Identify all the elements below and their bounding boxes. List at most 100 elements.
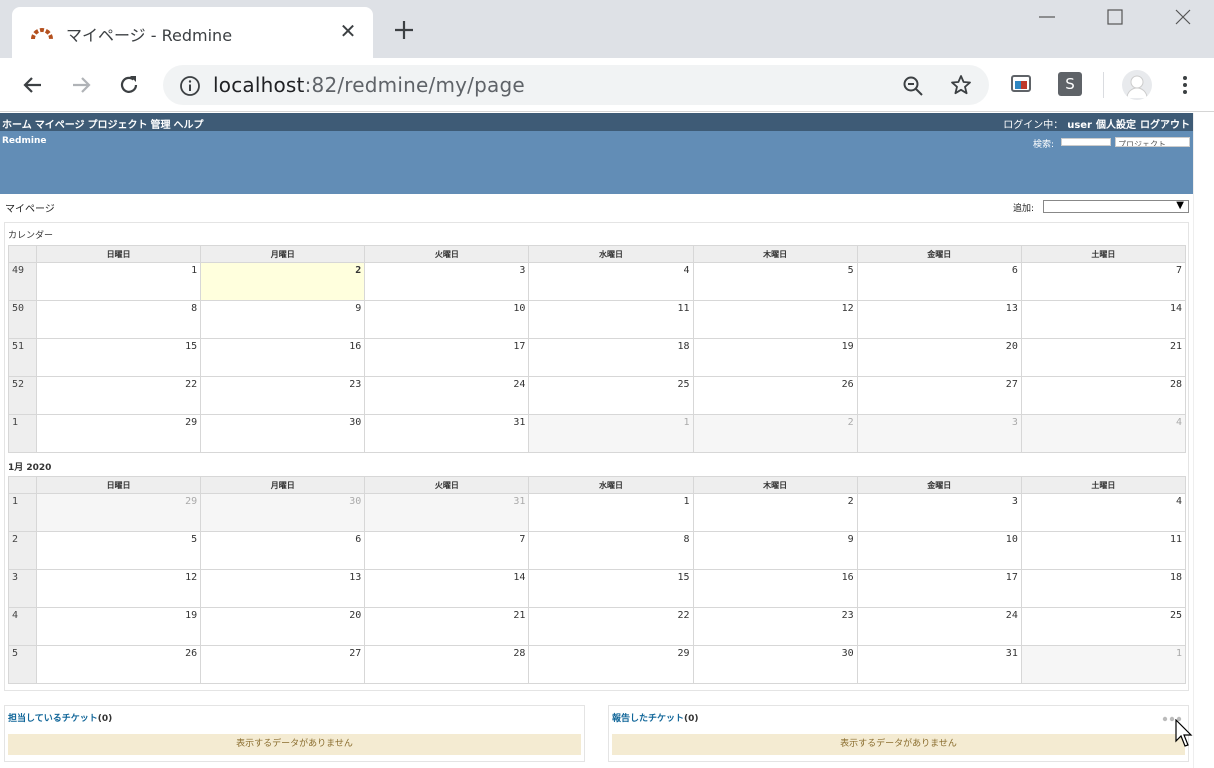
dec-day-cell[interactable]: 6 [856, 262, 1022, 301]
jan-day-cell[interactable]: 26 [35, 645, 202, 684]
jan-day-cell[interactable]: 28 [364, 645, 530, 684]
dec-day-cell[interactable]: 24 [364, 376, 530, 415]
dec-day-cell[interactable]: 18 [528, 338, 694, 377]
reported-issues-title[interactable]: 報告したチケット(0) [612, 711, 699, 724]
dec-day-cell[interactable]: 14 [1020, 300, 1187, 339]
dec-day-cell[interactable]: 28 [1020, 376, 1187, 415]
bookmark-star-icon[interactable] [949, 73, 973, 97]
new-tab-icon[interactable] [392, 18, 416, 42]
dec-day-cell[interactable]: 22 [35, 376, 202, 415]
add-block-select[interactable]: ▼ [1043, 200, 1189, 213]
jan-day-cell[interactable]: 2 [692, 493, 858, 532]
dec-day-cell[interactable]: 2 [692, 414, 858, 453]
jan-day-cell[interactable]: 15 [528, 569, 694, 608]
dec-day-cell[interactable]: 1 [528, 414, 694, 453]
jan-day-cell[interactable]: 23 [692, 607, 858, 646]
dec-day-cell[interactable]: 21 [1020, 338, 1187, 377]
browser-tab[interactable]: マイページ - Redmine ✕ [12, 7, 373, 58]
jan-day-cell[interactable]: 29 [528, 645, 694, 684]
jan-day-cell[interactable]: 1 [528, 493, 694, 532]
forward-arrow-icon[interactable] [68, 72, 94, 98]
search-input[interactable] [1061, 138, 1111, 146]
top-menu-admin[interactable]: 管理 [151, 120, 171, 131]
top-menu-help[interactable]: ヘルプ [174, 120, 204, 131]
jan-day-cell[interactable]: 31 [364, 493, 530, 532]
jan-day-cell[interactable]: 24 [856, 607, 1022, 646]
jan-day-cell[interactable]: 14 [364, 569, 530, 608]
dec-day-cell[interactable]: 20 [856, 338, 1022, 377]
dec-day-cell[interactable]: 2 [200, 262, 366, 301]
dec-day-cell[interactable]: 10 [364, 300, 530, 339]
jan-day-cell[interactable]: 22 [528, 607, 694, 646]
dec-day-cell[interactable]: 8 [35, 300, 202, 339]
dec-day-cell[interactable]: 26 [692, 376, 858, 415]
jan-day-cell[interactable]: 25 [1020, 607, 1187, 646]
jan-day-cell[interactable]: 30 [200, 493, 366, 532]
dec-day-cell[interactable]: 7 [1020, 262, 1187, 301]
dec-day-cell[interactable]: 19 [692, 338, 858, 377]
minimize-icon[interactable] [1036, 6, 1058, 28]
jan-day-cell[interactable]: 13 [200, 569, 366, 608]
jan-day-cell[interactable]: 18 [1020, 569, 1187, 608]
jan-day-cell[interactable]: 21 [364, 607, 530, 646]
dec-day-cell[interactable]: 29 [35, 414, 202, 453]
dec-day-cell[interactable]: 30 [200, 414, 366, 453]
dec-day-cell[interactable]: 25 [528, 376, 694, 415]
jan-day-cell[interactable]: 30 [692, 645, 858, 684]
jan-day-cell[interactable]: 29 [35, 493, 202, 532]
tab-close-icon[interactable]: ✕ [338, 19, 358, 43]
dec-day-cell[interactable]: 3 [364, 262, 530, 301]
back-arrow-icon[interactable] [20, 72, 46, 98]
dec-day-cell[interactable]: 11 [528, 300, 694, 339]
jan-day-cell[interactable]: 5 [35, 531, 202, 570]
my-account-link[interactable]: 個人設定 [1096, 120, 1136, 131]
dec-day-cell[interactable]: 4 [528, 262, 694, 301]
dec-day-cell[interactable]: 27 [856, 376, 1022, 415]
maximize-icon[interactable] [1104, 6, 1126, 28]
jan-day-cell[interactable]: 6 [200, 531, 366, 570]
jan-day-cell[interactable]: 16 [692, 569, 858, 608]
dec-day-cell[interactable]: 17 [364, 338, 530, 377]
jan-day-cell[interactable]: 31 [856, 645, 1022, 684]
window-close-icon[interactable] [1172, 6, 1194, 28]
cast-extension-icon[interactable] [1009, 72, 1033, 96]
url-text[interactable]: localhost:82/redmine/my/page [213, 73, 525, 97]
top-menu-my-page[interactable]: マイページ [35, 120, 85, 131]
jan-day-cell[interactable]: 8 [528, 531, 694, 570]
dec-day-cell[interactable]: 9 [200, 300, 366, 339]
jan-day-cell[interactable]: 10 [856, 531, 1022, 570]
jan-day-cell[interactable]: 17 [856, 569, 1022, 608]
assigned-issues-title[interactable]: 担当しているチケット(0) [8, 711, 112, 724]
dec-day-cell[interactable]: 1 [35, 262, 202, 301]
top-menu-home[interactable]: ホーム [2, 120, 32, 131]
dec-day-cell[interactable]: 16 [200, 338, 366, 377]
jan-day-cell[interactable]: 20 [200, 607, 366, 646]
jan-day-cell[interactable]: 19 [35, 607, 202, 646]
address-bar[interactable]: localhost:82/redmine/my/page [163, 65, 989, 105]
dec-day-cell[interactable]: 23 [200, 376, 366, 415]
dec-day-cell[interactable]: 12 [692, 300, 858, 339]
dec-day-cell[interactable]: 31 [364, 414, 530, 453]
site-info-icon[interactable] [179, 75, 201, 97]
jan-day-cell[interactable]: 11 [1020, 531, 1187, 570]
top-menu-projects[interactable]: プロジェクト [88, 120, 148, 131]
browser-menu-icon[interactable] [1180, 73, 1190, 97]
reload-icon[interactable] [116, 72, 142, 98]
page-scrollbar[interactable] [1193, 113, 1214, 768]
jan-day-cell[interactable]: 12 [35, 569, 202, 608]
dec-day-cell[interactable]: 15 [35, 338, 202, 377]
jan-day-cell[interactable]: 9 [692, 531, 858, 570]
project-jump-select[interactable]: プロジェクト [1115, 137, 1190, 147]
dec-day-cell[interactable]: 13 [856, 300, 1022, 339]
jan-day-cell[interactable]: 27 [200, 645, 366, 684]
logout-link[interactable]: ログアウト [1140, 120, 1190, 131]
zoom-out-icon[interactable] [901, 74, 925, 98]
dec-day-cell[interactable]: 4 [1020, 414, 1187, 453]
jan-day-cell[interactable]: 3 [856, 493, 1022, 532]
s-extension-icon[interactable]: S [1058, 72, 1082, 96]
jan-day-cell[interactable]: 4 [1020, 493, 1187, 532]
dec-day-cell[interactable]: 3 [856, 414, 1022, 453]
profile-avatar[interactable] [1122, 70, 1152, 100]
jan-day-cell[interactable]: 7 [364, 531, 530, 570]
jan-day-cell[interactable]: 1 [1020, 645, 1187, 684]
